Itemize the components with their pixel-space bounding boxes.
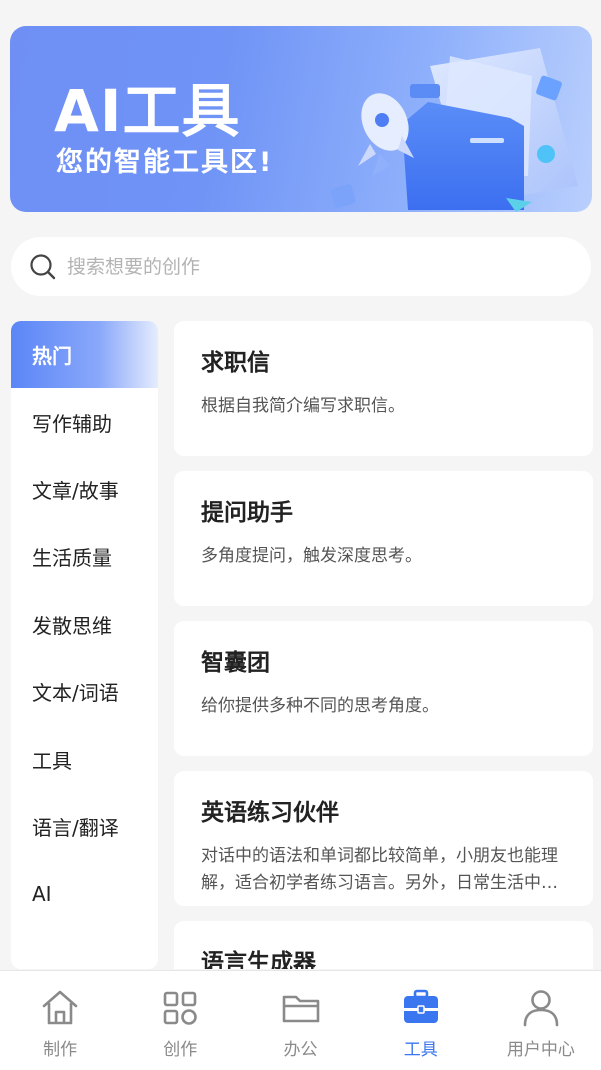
tab-user-center[interactable]: 用户中心 — [481, 971, 601, 1070]
sidebar-item-life-quality[interactable]: 生活质量 — [11, 523, 158, 590]
folder-icon — [282, 995, 319, 1023]
sidebar-item-divergent-thinking[interactable]: 发散思维 — [11, 591, 158, 658]
bottom-tab-bar: 制作 创作 办公 工具 用户中心 — [0, 970, 601, 1070]
tool-card-think-tank[interactable]: 智囊团 给你提供多种不同的思考角度。 — [174, 621, 593, 756]
search-icon — [30, 253, 56, 279]
tab-office[interactable]: 办公 — [240, 971, 360, 1070]
tool-card-cover-letter[interactable]: 求职信 根据自我简介编写求职信。 — [174, 321, 593, 456]
banner-title: AI工具 — [54, 77, 241, 145]
search-bar[interactable] — [11, 237, 591, 296]
card-title: 语言生成器 — [201, 950, 316, 969]
card-title: 求职信 — [201, 350, 270, 376]
sidebar-item-writing-assist[interactable]: 写作辅助 — [11, 388, 158, 455]
hero-banner[interactable]: AI工具 您的智能工具区! — [10, 26, 592, 212]
tab-create[interactable]: 创作 — [120, 971, 240, 1070]
tool-card-language-generator[interactable]: 语言生成器 — [174, 921, 593, 969]
user-icon — [523, 990, 559, 1027]
tab-make[interactable]: 制作 — [0, 971, 120, 1070]
home-icon — [42, 990, 78, 1025]
card-description: 给你提供多种不同的思考角度。 — [201, 696, 439, 716]
tab-tools[interactable]: 工具 — [361, 971, 481, 1070]
tab-label: 创作 — [163, 1040, 198, 1060]
tab-label: 用户中心 — [506, 1040, 575, 1060]
card-title: 智囊团 — [201, 650, 270, 676]
card-description: 根据自我简介编写求职信。 — [201, 396, 405, 416]
category-sidebar: 热门 写作辅助 文章/故事 生活质量 发散思维 文本/词语 工具 语言/翻译 A… — [11, 321, 158, 969]
rocket-folder-illustration — [330, 48, 578, 212]
app-screen: AI工具 您的智能工具区! 搜索想要的创作 热门 写作辅助 文章/故事 生活质量… — [0, 0, 601, 1070]
card-description: 多角度提问，触发深度思考。 — [201, 546, 422, 566]
grid-icon — [163, 991, 198, 1025]
tab-label: 办公 — [283, 1040, 318, 1060]
tab-label: 工具 — [403, 1040, 438, 1060]
sidebar-item-tools[interactable]: 工具 — [11, 725, 158, 792]
sidebar-item-article-story[interactable]: 文章/故事 — [11, 456, 158, 523]
tool-card-list: 求职信 根据自我简介编写求职信。 提问助手 多角度提问，触发深度思考。 智囊团 … — [174, 321, 593, 969]
briefcase-icon — [403, 989, 438, 1023]
sidebar-item-hot[interactable]: 热门 — [11, 321, 158, 389]
search-input[interactable] — [67, 255, 547, 278]
card-title: 英语练习伙伴 — [201, 800, 339, 826]
tool-card-english-partner[interactable]: 英语练习伙伴 对话中的语法和单词都比较简单，小朋友也能理解，适合初学者练习语言。… — [174, 771, 593, 906]
card-title: 提问助手 — [201, 500, 293, 526]
sidebar-item-ai[interactable]: AI — [11, 860, 158, 927]
sidebar-item-text-words[interactable]: 文本/词语 — [11, 658, 158, 725]
banner-subtitle: 您的智能工具区! — [56, 147, 274, 178]
tool-card-question-assistant[interactable]: 提问助手 多角度提问，触发深度思考。 — [174, 471, 593, 606]
tab-label: 制作 — [43, 1040, 78, 1060]
sidebar-item-language-translate[interactable]: 语言/翻译 — [11, 793, 158, 860]
card-description: 对话中的语法和单词都比较简单，小朋友也能理解，适合初学者练习语言。另外，日常生活… — [201, 846, 558, 893]
